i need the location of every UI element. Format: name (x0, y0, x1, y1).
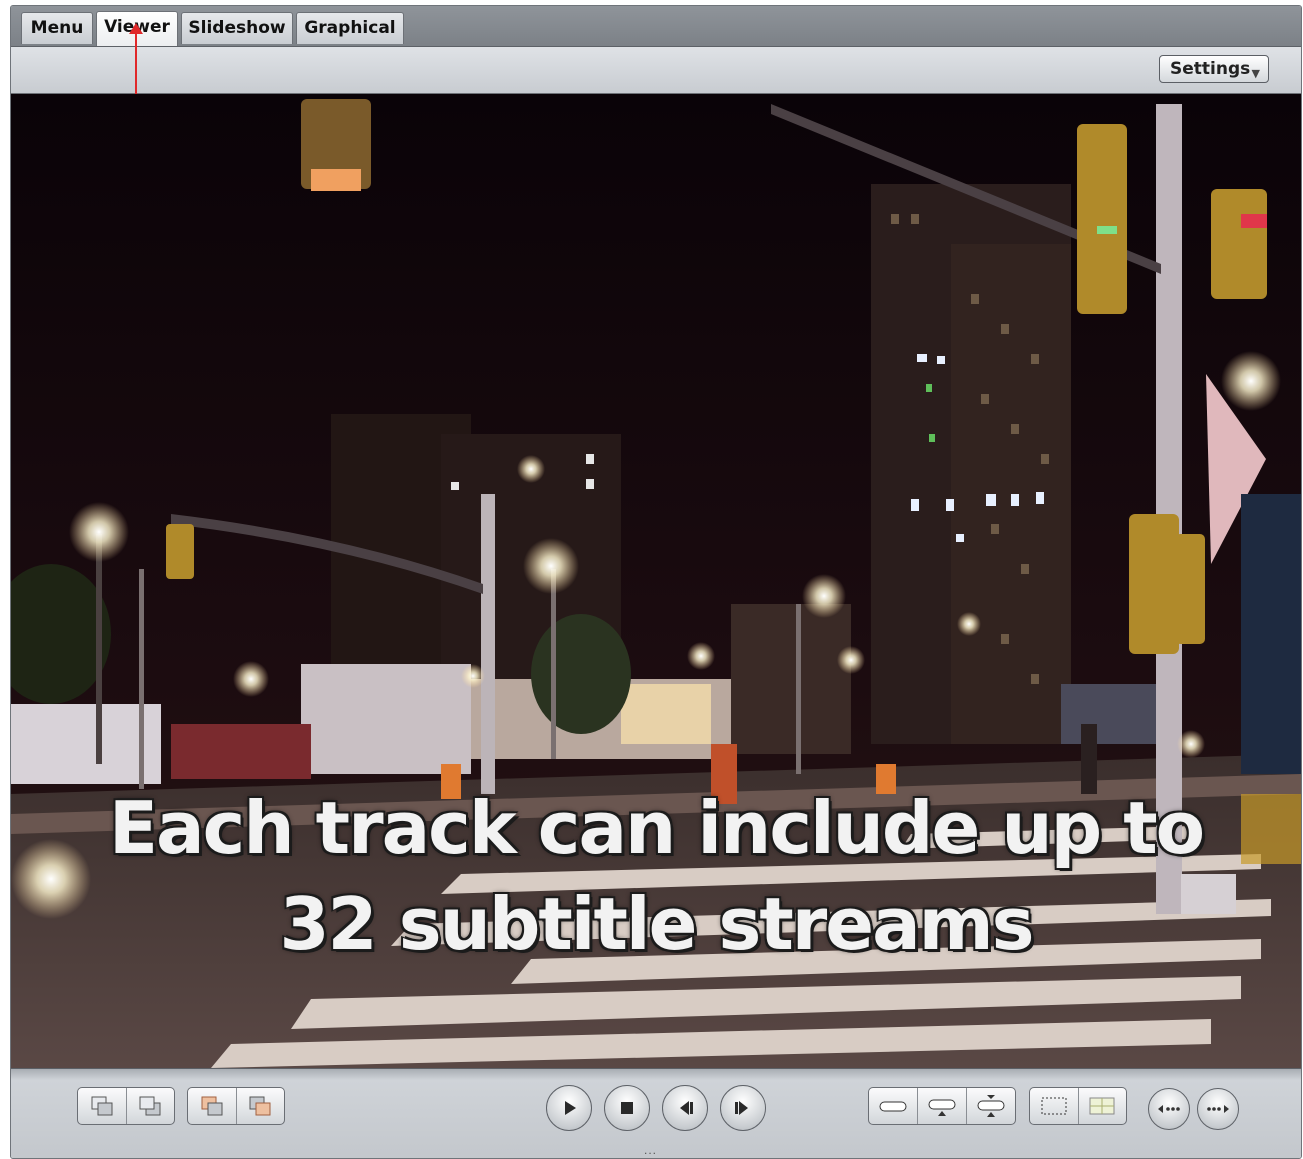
annotation-arrow-line (135, 28, 137, 94)
title-safe-icon (1041, 1097, 1067, 1115)
chevron-down-icon: ▼ (1251, 67, 1260, 80)
settings-label: Settings (1170, 59, 1251, 79)
overlay-order-group (77, 1087, 175, 1125)
subtitle-front-icon (249, 1096, 271, 1116)
previous-stream-button[interactable] (1148, 1088, 1190, 1130)
subtitle-text: Each track can include up to 32 subtitle… (108, 786, 1205, 966)
tab-slideshow[interactable]: Slideshow (181, 12, 293, 44)
subtitle-front-button[interactable] (237, 1088, 285, 1124)
step-forward-button[interactable] (720, 1085, 766, 1131)
subtitle-bottom-button[interactable] (869, 1088, 918, 1124)
tab-graphical[interactable]: Graphical (296, 12, 404, 44)
settings-button[interactable]: Settings ▼ (1159, 55, 1269, 83)
stop-icon (621, 1102, 633, 1114)
subtitle-center-icon (928, 1099, 956, 1116)
safe-area-group (1029, 1087, 1127, 1125)
step-back-button[interactable] (662, 1085, 708, 1131)
tab-menu[interactable]: Menu (21, 12, 93, 44)
step-forward-icon (735, 1101, 748, 1115)
action-safe-icon (1089, 1097, 1115, 1115)
overlay-back-icon (91, 1096, 113, 1116)
viewer-window: Menu Viewer Slideshow Graphical Settings… (10, 5, 1302, 1159)
subtitle-position-group (868, 1087, 1016, 1125)
subtitle-top-button[interactable] (967, 1088, 1015, 1124)
tab-bar: Menu Viewer Slideshow Graphical (11, 6, 1301, 47)
stop-button[interactable] (604, 1085, 650, 1131)
subtitle-back-icon (201, 1096, 223, 1116)
viewer-controls: ... (11, 1068, 1301, 1158)
subtitle-center-button[interactable] (918, 1088, 967, 1124)
resize-grip[interactable]: ... (644, 1143, 657, 1157)
annotation-arrow-icon (129, 23, 143, 34)
viewer-toolbar: Settings ▼ (11, 47, 1301, 94)
next-stream-icon (1207, 1105, 1229, 1113)
overlay-back-button[interactable] (78, 1088, 127, 1124)
overlay-front-icon (139, 1096, 161, 1116)
title-safe-button[interactable] (1030, 1088, 1079, 1124)
play-icon (565, 1101, 576, 1115)
subtitle-back-button[interactable] (188, 1088, 237, 1124)
subtitle-top-icon (977, 1095, 1005, 1117)
video-viewer[interactable]: Each track can include up to 32 subtitle… (11, 94, 1301, 1068)
step-back-icon (680, 1101, 693, 1115)
subtitle-order-group (187, 1087, 285, 1125)
overlay-front-button[interactable] (127, 1088, 175, 1124)
previous-stream-icon (1158, 1105, 1180, 1113)
play-button[interactable] (546, 1085, 592, 1131)
next-stream-button[interactable] (1197, 1088, 1239, 1130)
action-safe-button[interactable] (1079, 1088, 1127, 1124)
subtitle-bottom-icon (879, 1101, 907, 1112)
